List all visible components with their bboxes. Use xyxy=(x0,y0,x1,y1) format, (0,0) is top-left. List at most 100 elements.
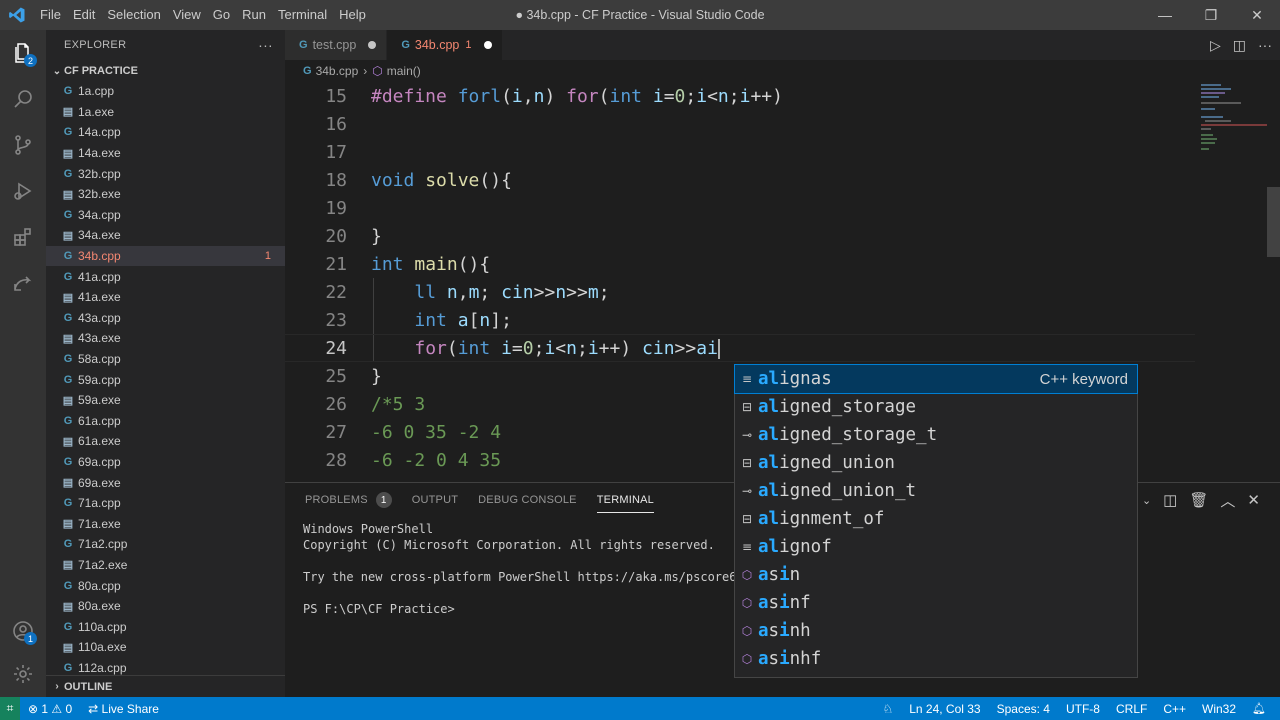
line-ending-status[interactable]: CRLF xyxy=(1108,702,1155,716)
file-item[interactable]: ▤ 110a.exe xyxy=(46,637,285,658)
live-share-status[interactable]: ⇄ Live Share xyxy=(80,702,167,716)
suggestion-item[interactable]: ≡ alignas C++ keyword xyxy=(734,364,1138,394)
file-item[interactable]: G 58a.cpp xyxy=(46,349,285,370)
suggestion-item[interactable]: ⊟ aligned_union xyxy=(735,449,1137,477)
file-item[interactable]: ▤ 59a.exe xyxy=(46,390,285,411)
suggestion-item[interactable]: ≡ alignof xyxy=(735,533,1137,561)
unsaved-dot-icon[interactable] xyxy=(483,41,492,49)
suggestion-item[interactable]: ⊟ alignment_of xyxy=(735,505,1137,533)
explorer-icon[interactable]: 2 xyxy=(0,30,46,76)
close-panel-icon[interactable]: ✕ xyxy=(1247,491,1260,509)
suggestion-item[interactable]: ⬡ asin xyxy=(735,561,1137,589)
file-item[interactable]: G 80a.cpp xyxy=(46,575,285,596)
file-item[interactable]: ▤ 71a.exe xyxy=(46,513,285,534)
code-line[interactable]: 24 for(int i=0;i<n;i++) cin>>ai xyxy=(285,334,1195,362)
folder-header[interactable]: ⌄ CF PRACTICE xyxy=(46,60,285,82)
run-debug-icon[interactable] xyxy=(0,168,46,214)
indentation-status[interactable]: Spaces: 4 xyxy=(989,702,1058,716)
code-line[interactable]: 18 void solve(){ xyxy=(285,166,1195,194)
file-item[interactable]: G 71a2.cpp xyxy=(46,534,285,555)
platform-status[interactable]: Win32 xyxy=(1194,702,1244,716)
suggestion-item[interactable]: ⊸ aligned_union_t xyxy=(735,477,1137,505)
file-item[interactable]: G 41a.cpp xyxy=(46,266,285,287)
tab-34b-cpp[interactable]: G 34b.cpp 1 xyxy=(387,30,503,60)
suggestion-item[interactable]: ⊸ aligned_storage_t xyxy=(735,421,1137,449)
more-actions-icon[interactable]: ··· xyxy=(258,37,273,53)
code-line[interactable]: 16 xyxy=(285,110,1195,138)
file-item[interactable]: ▤ 71a2.exe xyxy=(46,555,285,576)
file-item[interactable]: G 110a.cpp xyxy=(46,616,285,637)
more-actions-icon[interactable]: ··· xyxy=(1258,37,1272,53)
restore-button[interactable]: ❐ xyxy=(1188,0,1234,30)
file-item[interactable]: G 32b.cpp xyxy=(46,163,285,184)
file-item[interactable]: G 43a.cpp xyxy=(46,308,285,329)
file-item[interactable]: G 69a.cpp xyxy=(46,452,285,473)
file-item[interactable]: ▤ 34a.exe xyxy=(46,225,285,246)
close-button[interactable]: ✕ xyxy=(1234,0,1280,30)
file-item[interactable]: G 34b.cpp 1 xyxy=(46,245,285,267)
accounts-icon[interactable]: 1 xyxy=(0,608,46,654)
file-item[interactable]: G 1a.cpp xyxy=(46,81,285,102)
split-terminal-icon[interactable]: ◫ xyxy=(1163,491,1177,509)
breadcrumb-symbol[interactable]: main() xyxy=(387,64,421,78)
menu-item-view[interactable]: View xyxy=(167,0,207,30)
run-code-icon[interactable]: ▷ xyxy=(1210,37,1221,54)
code-line[interactable]: 21 int main(){ xyxy=(285,250,1195,278)
file-item[interactable]: ▤ 32b.exe xyxy=(46,184,285,205)
code-line[interactable]: 19 xyxy=(285,194,1195,222)
file-item[interactable]: ▤ 41a.exe xyxy=(46,287,285,308)
menu-item-help[interactable]: Help xyxy=(333,0,372,30)
menu-item-edit[interactable]: Edit xyxy=(67,0,101,30)
menu-item-file[interactable]: File xyxy=(34,0,67,30)
code-line[interactable]: 22 ll n,m; cin>>n>>m; xyxy=(285,278,1195,306)
notifications-bell-icon[interactable]: 🔔︎ xyxy=(1244,702,1274,715)
encoding-status[interactable]: UTF-8 xyxy=(1058,702,1108,716)
file-item[interactable]: ▤ 80a.exe xyxy=(46,596,285,617)
breadcrumb-file[interactable]: 34b.cpp xyxy=(316,64,359,78)
search-icon[interactable] xyxy=(0,76,46,122)
menu-item-terminal[interactable]: Terminal xyxy=(272,0,333,30)
file-item[interactable]: G 34a.cpp xyxy=(46,205,285,226)
menu-item-selection[interactable]: Selection xyxy=(101,0,166,30)
suggestion-item[interactable]: ⬡ asinf xyxy=(735,589,1137,617)
outline-section[interactable]: › OUTLINE xyxy=(46,675,285,697)
file-item[interactable]: ▤ 69a.exe xyxy=(46,472,285,493)
code-line[interactable]: 17 xyxy=(285,138,1195,166)
tab-terminal[interactable]: TERMINAL xyxy=(596,483,674,517)
source-control-icon[interactable] xyxy=(0,122,46,168)
suggestion-item[interactable]: ⊟ aligned_storage xyxy=(735,393,1137,421)
tab-debug-console[interactable]: DEBUG CONSOLE xyxy=(478,483,597,517)
tab-problems[interactable]: PROBLEMS 1 xyxy=(305,483,412,517)
menu-item-run[interactable]: Run xyxy=(236,0,272,30)
split-editor-icon[interactable]: ◫ xyxy=(1233,37,1246,54)
problems-status[interactable]: ⊗ 1 ⚠ 0 xyxy=(20,702,80,716)
code-line[interactable]: 20} xyxy=(285,222,1195,250)
file-item[interactable]: G 59a.cpp xyxy=(46,369,285,390)
remote-indicator-icon[interactable]: ⌗ xyxy=(0,697,20,720)
scrollbar-thumb[interactable] xyxy=(1267,187,1280,257)
maximize-panel-icon[interactable]: ︿ xyxy=(1220,490,1235,511)
minimize-button[interactable]: — xyxy=(1142,0,1188,30)
chevron-down-icon[interactable]: ⌄ xyxy=(1142,494,1151,507)
language-mode-status[interactable]: C++ xyxy=(1155,702,1194,716)
code-line[interactable]: 23 int a[n]; xyxy=(285,306,1195,334)
file-item[interactable]: G 61a.cpp xyxy=(46,411,285,432)
file-item[interactable]: ▤ 14a.exe xyxy=(46,143,285,164)
settings-gear-icon[interactable] xyxy=(0,651,46,697)
tab-output[interactable]: OUTPUT xyxy=(412,483,478,517)
live-share-icon[interactable] xyxy=(0,260,46,306)
minimap[interactable] xyxy=(1195,82,1267,482)
file-item[interactable]: ▤ 61a.exe xyxy=(46,431,285,452)
file-item[interactable]: ▤ 43a.exe xyxy=(46,328,285,349)
editor-scrollbar[interactable] xyxy=(1267,82,1280,482)
unsaved-dot-icon[interactable] xyxy=(368,41,377,49)
file-item[interactable]: ▤ 1a.exe xyxy=(46,102,285,123)
cursor-position-status[interactable]: Ln 24, Col 33 xyxy=(901,702,988,716)
tab-test-cpp[interactable]: G test.cpp xyxy=(285,30,388,60)
menu-item-go[interactable]: Go xyxy=(207,0,236,30)
trash-icon[interactable]: 🗑 xyxy=(1189,491,1208,509)
file-item[interactable]: G 71a.cpp xyxy=(46,493,285,514)
accounts-status-icon[interactable]: ♘ xyxy=(874,702,901,716)
suggestion-item[interactable]: ⬡ asinhf xyxy=(735,645,1137,673)
extensions-icon[interactable] xyxy=(0,214,46,260)
